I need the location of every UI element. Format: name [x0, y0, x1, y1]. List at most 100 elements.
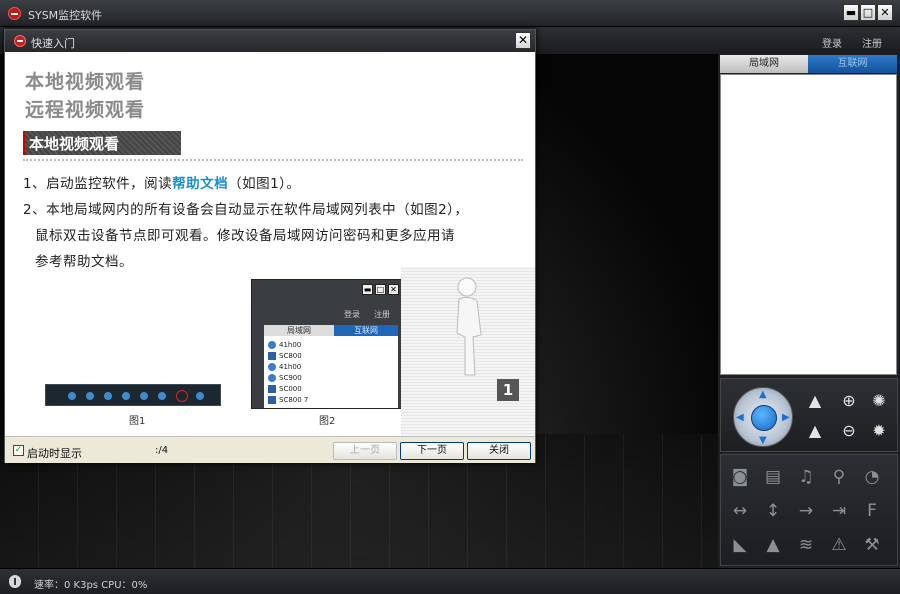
zoom-in-icon[interactable]: ⊕: [837, 389, 861, 413]
mini-device-item: SC900: [268, 374, 302, 383]
headphone-icon[interactable]: ♫: [793, 465, 819, 489]
enter-icon[interactable]: ⇥: [826, 499, 852, 523]
mini-device-item: SC800: [268, 352, 302, 361]
heading-local-view: 本地视频观看: [25, 71, 146, 93]
toolbar-icon: [68, 392, 76, 400]
right-arrow-icon[interactable]: ▶: [782, 412, 790, 423]
figure-1-toolbar-image: [45, 384, 221, 406]
send-icon[interactable]: ◣: [727, 533, 753, 557]
record-icon[interactable]: ▤: [760, 465, 786, 489]
tool-button-grid: ◙ ▤ ♫ ⚲ ◔ ↔ ↕ → ⇥ F ◣ ▲ ≋ ⚠ ⚒: [720, 454, 898, 566]
mini-device-item: 41h00: [268, 363, 301, 372]
up-arrow-icon[interactable]: ▲: [759, 389, 767, 400]
down-arrow-icon[interactable]: ▼: [759, 435, 767, 446]
radar-icon[interactable]: ◔: [859, 465, 885, 489]
tab-lan[interactable]: 局域网: [720, 55, 808, 73]
alarm-icon[interactable]: ▲: [760, 533, 786, 557]
dialog-body: 本地视频观看 远程视频观看 本地视频观看 1、启动监控软件，阅读帮助文档（如图1…: [5, 52, 535, 436]
dotted-divider: [23, 159, 523, 161]
snapshot-icon[interactable]: ◙: [727, 465, 753, 489]
mini-maximize-icon: □: [375, 284, 386, 295]
function-icon[interactable]: F: [859, 499, 885, 523]
figure-1-caption: 图1: [129, 416, 146, 427]
mini-device-item: SC000: [268, 385, 302, 394]
figure-person-icon: [456, 277, 482, 376]
dialog-title: 快速入门: [31, 37, 75, 50]
iris-close-icon[interactable]: ✹: [867, 419, 891, 443]
section-title: 本地视频观看: [23, 131, 181, 155]
minimize-button[interactable]: ▬: [843, 4, 859, 21]
mini-minimize-icon: ▬: [362, 284, 373, 295]
auto-rotate-icon[interactable]: [751, 405, 777, 431]
dialog-footer: ✓ 启动时显示 :/4 上一页 下一页 关闭: [5, 436, 535, 463]
step-1: 1、启动监控软件，阅读帮助文档（如图1）。: [23, 171, 528, 197]
login-link[interactable]: 登录: [822, 35, 842, 50]
toolbar-icon: [104, 392, 112, 400]
toolbar-icon: [86, 392, 94, 400]
quick-start-dialog: 快速入门 ✕ 本地视频观看 远程视频观看 本地视频观看 1、启动监控软件，阅读帮…: [4, 29, 536, 463]
heading-remote-view: 远程视频观看: [25, 99, 146, 121]
close-button[interactable]: ✕: [877, 4, 893, 21]
device-list[interactable]: [720, 74, 897, 375]
maximize-button[interactable]: □: [860, 4, 876, 21]
right-panel: 局域网 互联网 ▲ ▼ ◀ ▶ ▲ ⊕ ✺ ▲ ⊖ ✹ ◙ ▤ ♫ ⚲ ◔ ↔ …: [718, 54, 900, 568]
mini-device-item: SC800 7: [268, 396, 308, 405]
dvr-icon: [268, 385, 276, 393]
iris-open-icon[interactable]: ✺: [867, 389, 891, 413]
ptz-control-panel: ▲ ▼ ◀ ▶ ▲ ⊕ ✺ ▲ ⊖ ✹: [720, 378, 898, 452]
dialog-logo-icon: [14, 35, 26, 47]
status-bar: 速率：0 K3ps CPU：0%: [0, 568, 900, 594]
forward-icon[interactable]: →: [793, 499, 819, 523]
toolbar-icon: [122, 392, 130, 400]
decorative-page-illustration: 1: [401, 267, 535, 436]
camera-icon: [268, 363, 276, 371]
camera-icon: [268, 341, 276, 349]
step-2-line-1: 2、本地局域网内的所有设备会自动显示在软件局域网列表中（如图2），: [23, 202, 469, 218]
mini-device-item: 41h00: [268, 341, 301, 350]
settings-wrench-icon[interactable]: ⚒: [859, 533, 885, 557]
help-doc-link[interactable]: 帮助文档: [172, 176, 228, 192]
vertical-flip-icon[interactable]: ↕: [760, 499, 786, 523]
microphone-icon[interactable]: ⚲: [826, 465, 852, 489]
help-icon-highlight: [176, 390, 188, 402]
status-text: 速率：0 K3ps CPU：0%: [34, 580, 148, 591]
info-icon[interactable]: [9, 575, 21, 588]
ptz-joystick[interactable]: ▲ ▼ ◀ ▶: [733, 387, 793, 447]
figure-2-caption: 图2: [319, 416, 336, 427]
page-indicator: :/4: [155, 445, 169, 456]
register-link[interactable]: 注册: [862, 35, 882, 50]
step-1-prefix: 1、启动监控软件，阅读: [23, 176, 173, 192]
prev-page-button[interactable]: 上一页: [333, 442, 397, 460]
zoom-out-icon[interactable]: ⊖: [837, 419, 861, 443]
dialog-header: 快速入门 ✕: [5, 30, 535, 52]
page-number-badge: 1: [497, 379, 519, 401]
mini-tab-lan: 局域网: [264, 325, 334, 336]
mini-close-icon: ✕: [388, 284, 399, 295]
step-2: 2、本地局域网内的所有设备会自动显示在软件局域网列表中（如图2）， 鼠标双击设备…: [23, 197, 528, 275]
warning-icon[interactable]: ⚠: [826, 533, 852, 557]
dialog-close-button[interactable]: ✕: [515, 32, 531, 49]
step-1-suffix: （如图1）。: [228, 176, 301, 192]
toolbar-icon: [158, 392, 166, 400]
tab-wan[interactable]: 互联网: [808, 55, 897, 73]
app-logo-icon: [8, 7, 21, 20]
dvr-icon: [268, 396, 276, 404]
app-title: SYSM监控软件: [28, 9, 103, 22]
title-bar: SYSM监控软件 ▬ □ ✕: [0, 0, 900, 27]
step-2-line-2: 鼠标双击设备节点即可观看。修改设备局域网访问密码和更多应用请: [35, 228, 455, 244]
left-arrow-icon[interactable]: ◀: [736, 412, 744, 423]
focus-far-icon[interactable]: ▲: [803, 419, 827, 443]
figure-2-screenshot: ▬ □ ✕ 登录 注册 局域网 互联网 41h00 SC800 41h00 SC…: [251, 279, 403, 409]
show-on-start-checkbox[interactable]: ✓: [13, 445, 24, 456]
show-on-start-label[interactable]: 启动时显示: [27, 445, 82, 461]
dialog-close-footer-button[interactable]: 关闭: [467, 442, 531, 460]
mini-register-label: 注册: [374, 310, 390, 319]
toolbar-icon: [196, 392, 204, 400]
next-page-button[interactable]: 下一页: [400, 442, 464, 460]
wifi-icon[interactable]: ≋: [793, 533, 819, 557]
mini-tab-wan: 互联网: [334, 325, 398, 336]
mini-login-label: 登录: [344, 310, 360, 319]
camera-icon: [268, 374, 276, 382]
horizontal-flip-icon[interactable]: ↔: [727, 499, 753, 523]
focus-near-icon[interactable]: ▲: [803, 389, 827, 413]
